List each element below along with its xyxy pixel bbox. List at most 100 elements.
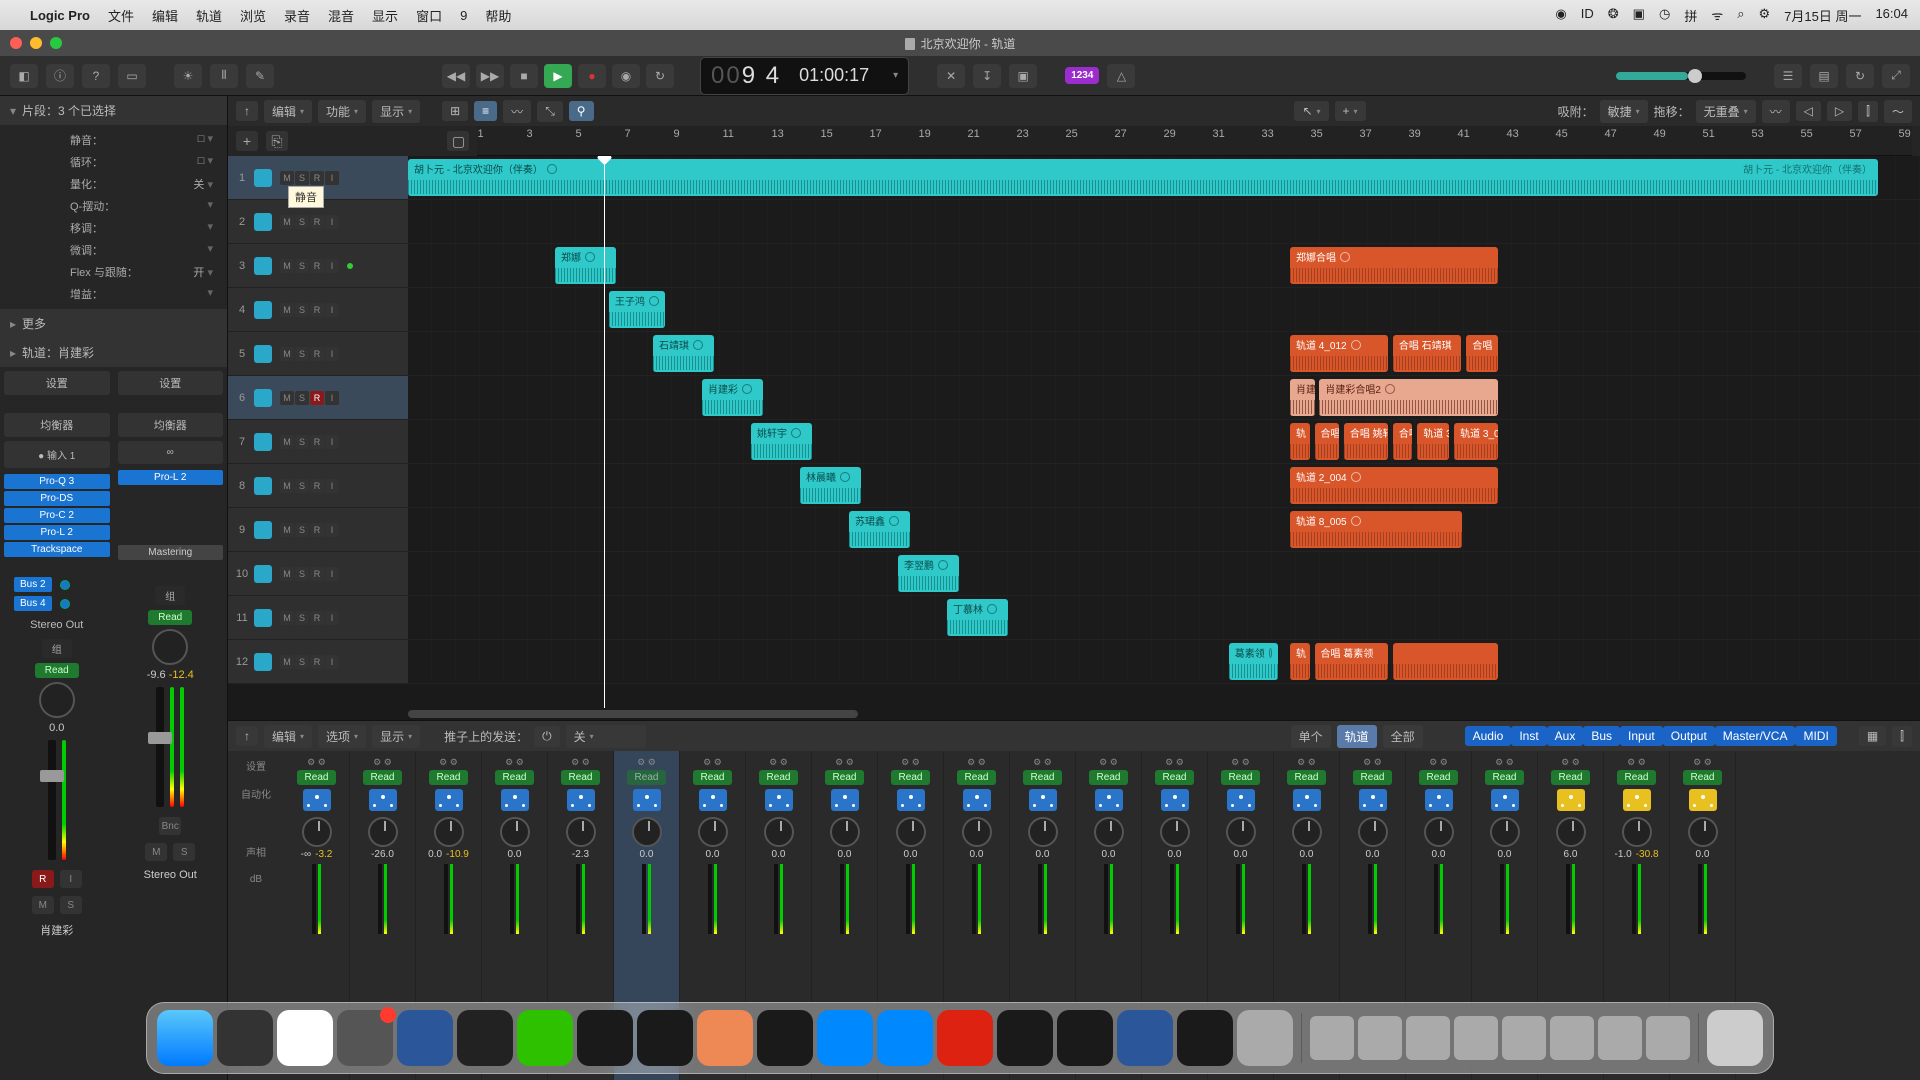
track-header[interactable]: 10MSRI (228, 552, 408, 595)
alt-tool[interactable]: +▾ (1335, 101, 1366, 121)
duplicate-track-button[interactable]: ⎘ (266, 131, 288, 151)
track-row[interactable]: 3MSRI郑娜郑娜合唱 (228, 244, 1920, 288)
automation-mode[interactable]: Read (891, 770, 931, 785)
menu-mix[interactable]: 混音 (328, 6, 354, 25)
track-s-button[interactable]: S (295, 435, 309, 449)
dock-app-icon[interactable] (217, 1010, 273, 1066)
track-row[interactable]: 8MSRI林晨曦轨道 2_004 (228, 464, 1920, 508)
track-r-button[interactable]: R (310, 171, 324, 185)
audio-region[interactable]: 胡卜元 - 北京欢迎你（伴奏）胡卜元 - 北京欢迎你（伴奏） (408, 159, 1878, 196)
pan-knob[interactable] (1490, 817, 1520, 847)
track-m-button[interactable]: M (280, 171, 294, 185)
pan-knob[interactable] (302, 817, 332, 847)
channel-setup-a[interactable]: 设置 (4, 371, 110, 395)
mixer-filter-audio[interactable]: Audio (1465, 726, 1512, 746)
audio-region[interactable]: 林晨曦 (800, 467, 861, 504)
pan-knob-b[interactable] (152, 629, 188, 665)
input-format-icon[interactable] (1425, 789, 1453, 811)
mixer-view-menu[interactable]: 显示▾ (372, 725, 420, 748)
automation-mode[interactable]: Read (1353, 770, 1393, 785)
fader[interactable] (1698, 864, 1702, 934)
status-wifi-icon[interactable]: ᯤ (1711, 6, 1723, 25)
pan-knob[interactable] (434, 817, 464, 847)
audio-region[interactable]: 轨道 2_004 (1290, 467, 1498, 504)
track-lane[interactable]: 林晨曦 轨道 2_004 (408, 464, 1920, 507)
insert-slot[interactable]: Trackspace (4, 542, 110, 557)
back-arrow-icon[interactable]: ↑ (236, 101, 258, 121)
output-a[interactable]: Stereo Out (4, 613, 110, 637)
stop-button[interactable]: ■ (510, 64, 538, 88)
mixer-view-all[interactable]: 全部 (1383, 725, 1423, 748)
automation-mode[interactable]: Read (825, 770, 865, 785)
hzoom-in-icon[interactable]: ▷ (1827, 101, 1852, 121)
track-s-button[interactable]: S (295, 171, 309, 185)
audio-region[interactable]: 石靖琪 (653, 335, 714, 372)
track-i-button[interactable]: I (325, 171, 339, 185)
track-header[interactable]: 1MSRI静音 (228, 156, 408, 199)
inspector-row[interactable]: 量化：关 ▾ (0, 173, 227, 195)
menu-view[interactable]: 显示 (372, 6, 398, 25)
group-b[interactable]: 组 (155, 586, 185, 605)
mixer-edit-menu[interactable]: 编辑▾ (264, 725, 312, 748)
dock-minimized-window[interactable] (1358, 1016, 1402, 1060)
automation-mode[interactable]: Read (1485, 770, 1525, 785)
track-header[interactable]: 11MSRI (228, 596, 408, 639)
pan-knob[interactable] (500, 817, 530, 847)
track-s-button[interactable]: S (295, 347, 309, 361)
audio-region[interactable]: 合唱 姚轩宇. (1344, 423, 1388, 460)
bar-ruler[interactable]: 1357911131517192123252729313335373941434… (477, 126, 1912, 156)
dock-app-icon[interactable] (1057, 1010, 1113, 1066)
input-format-icon[interactable] (897, 789, 925, 811)
autopunch-button[interactable]: ↧ (973, 64, 1001, 88)
inspector-button[interactable]: ⓘ (46, 64, 74, 88)
arrange-grid[interactable]: 1MSRI静音胡卜元 - 北京欢迎你（伴奏）胡卜元 - 北京欢迎你（伴奏）2MS… (228, 156, 1920, 708)
audio-region[interactable]: 轨道 3 (1417, 423, 1449, 460)
fader-b[interactable] (156, 687, 164, 807)
status-wechat-icon[interactable]: ❂ (1608, 6, 1619, 25)
pan-knob[interactable] (566, 817, 596, 847)
track-r-button[interactable]: R (310, 347, 324, 361)
track-r-button[interactable]: R (310, 479, 324, 493)
view-menu[interactable]: 显示▾ (372, 100, 420, 123)
input-format-icon[interactable] (1491, 789, 1519, 811)
more-disclosure[interactable]: ▸更多 (0, 309, 227, 338)
menu-help[interactable]: 帮助 (485, 6, 511, 25)
track-header[interactable]: 5MSRI (228, 332, 408, 375)
browser-button[interactable]: ⤢ (1882, 64, 1910, 88)
dock-minimized-window[interactable] (1310, 1016, 1354, 1060)
input-format-icon[interactable] (1359, 789, 1387, 811)
channel-eq-b[interactable]: 均衡器 (118, 413, 224, 437)
track-m-button[interactable]: M (280, 347, 294, 361)
track-lane[interactable]: 肖建彩肖建肖建彩合唱2 (408, 376, 1920, 419)
add-track-button[interactable]: + (236, 131, 258, 151)
track-r-button[interactable]: R (310, 259, 324, 273)
mixer-options-menu[interactable]: 选项▾ (318, 725, 366, 748)
track-r-button[interactable]: R (310, 391, 324, 405)
mixer-filter-bus[interactable]: Bus (1583, 726, 1620, 746)
automation-mode[interactable]: Read (1221, 770, 1261, 785)
sends-power-icon[interactable]: ⏻ (534, 726, 560, 747)
track-row[interactable]: 5MSRI石靖琪轨道 4_012合唱 石靖琪合唱 (228, 332, 1920, 376)
mixer-button[interactable]: ⫴ (210, 64, 238, 88)
send-bus2[interactable]: Bus 2 (14, 577, 52, 592)
track-lane[interactable]: 姚轩宇轨合唱.合唱 姚轩宇.合唱轨道 3轨道 3_009. (408, 420, 1920, 463)
track-row[interactable]: 11MSRI丁慕林 (228, 596, 1920, 640)
menu-browse[interactable]: 浏览 (240, 6, 266, 25)
rec-a[interactable]: R (32, 870, 54, 888)
pan-knob[interactable] (1556, 817, 1586, 847)
track-lane[interactable] (408, 200, 1920, 243)
track-i-button[interactable]: I (325, 479, 339, 493)
dock-app-icon[interactable] (637, 1010, 693, 1066)
track-m-button[interactable]: M (280, 479, 294, 493)
insert-slot[interactable]: Pro-DS (4, 491, 110, 506)
audio-region[interactable]: 肖建 (1290, 379, 1315, 416)
pan-knob[interactable] (632, 817, 662, 847)
edit-menu[interactable]: 编辑▾ (264, 100, 312, 123)
audio-region[interactable]: 郑娜合唱 (1290, 247, 1498, 284)
inspector-row[interactable]: Flex 与跟随：开 ▾ (0, 261, 227, 283)
track-lane[interactable]: 郑娜郑娜合唱 (408, 244, 1920, 287)
automation-mode[interactable]: Read (1419, 770, 1459, 785)
mixer-filter-input[interactable]: Input (1620, 726, 1663, 746)
track-m-button[interactable]: M (280, 435, 294, 449)
track-m-button[interactable]: M (280, 259, 294, 273)
